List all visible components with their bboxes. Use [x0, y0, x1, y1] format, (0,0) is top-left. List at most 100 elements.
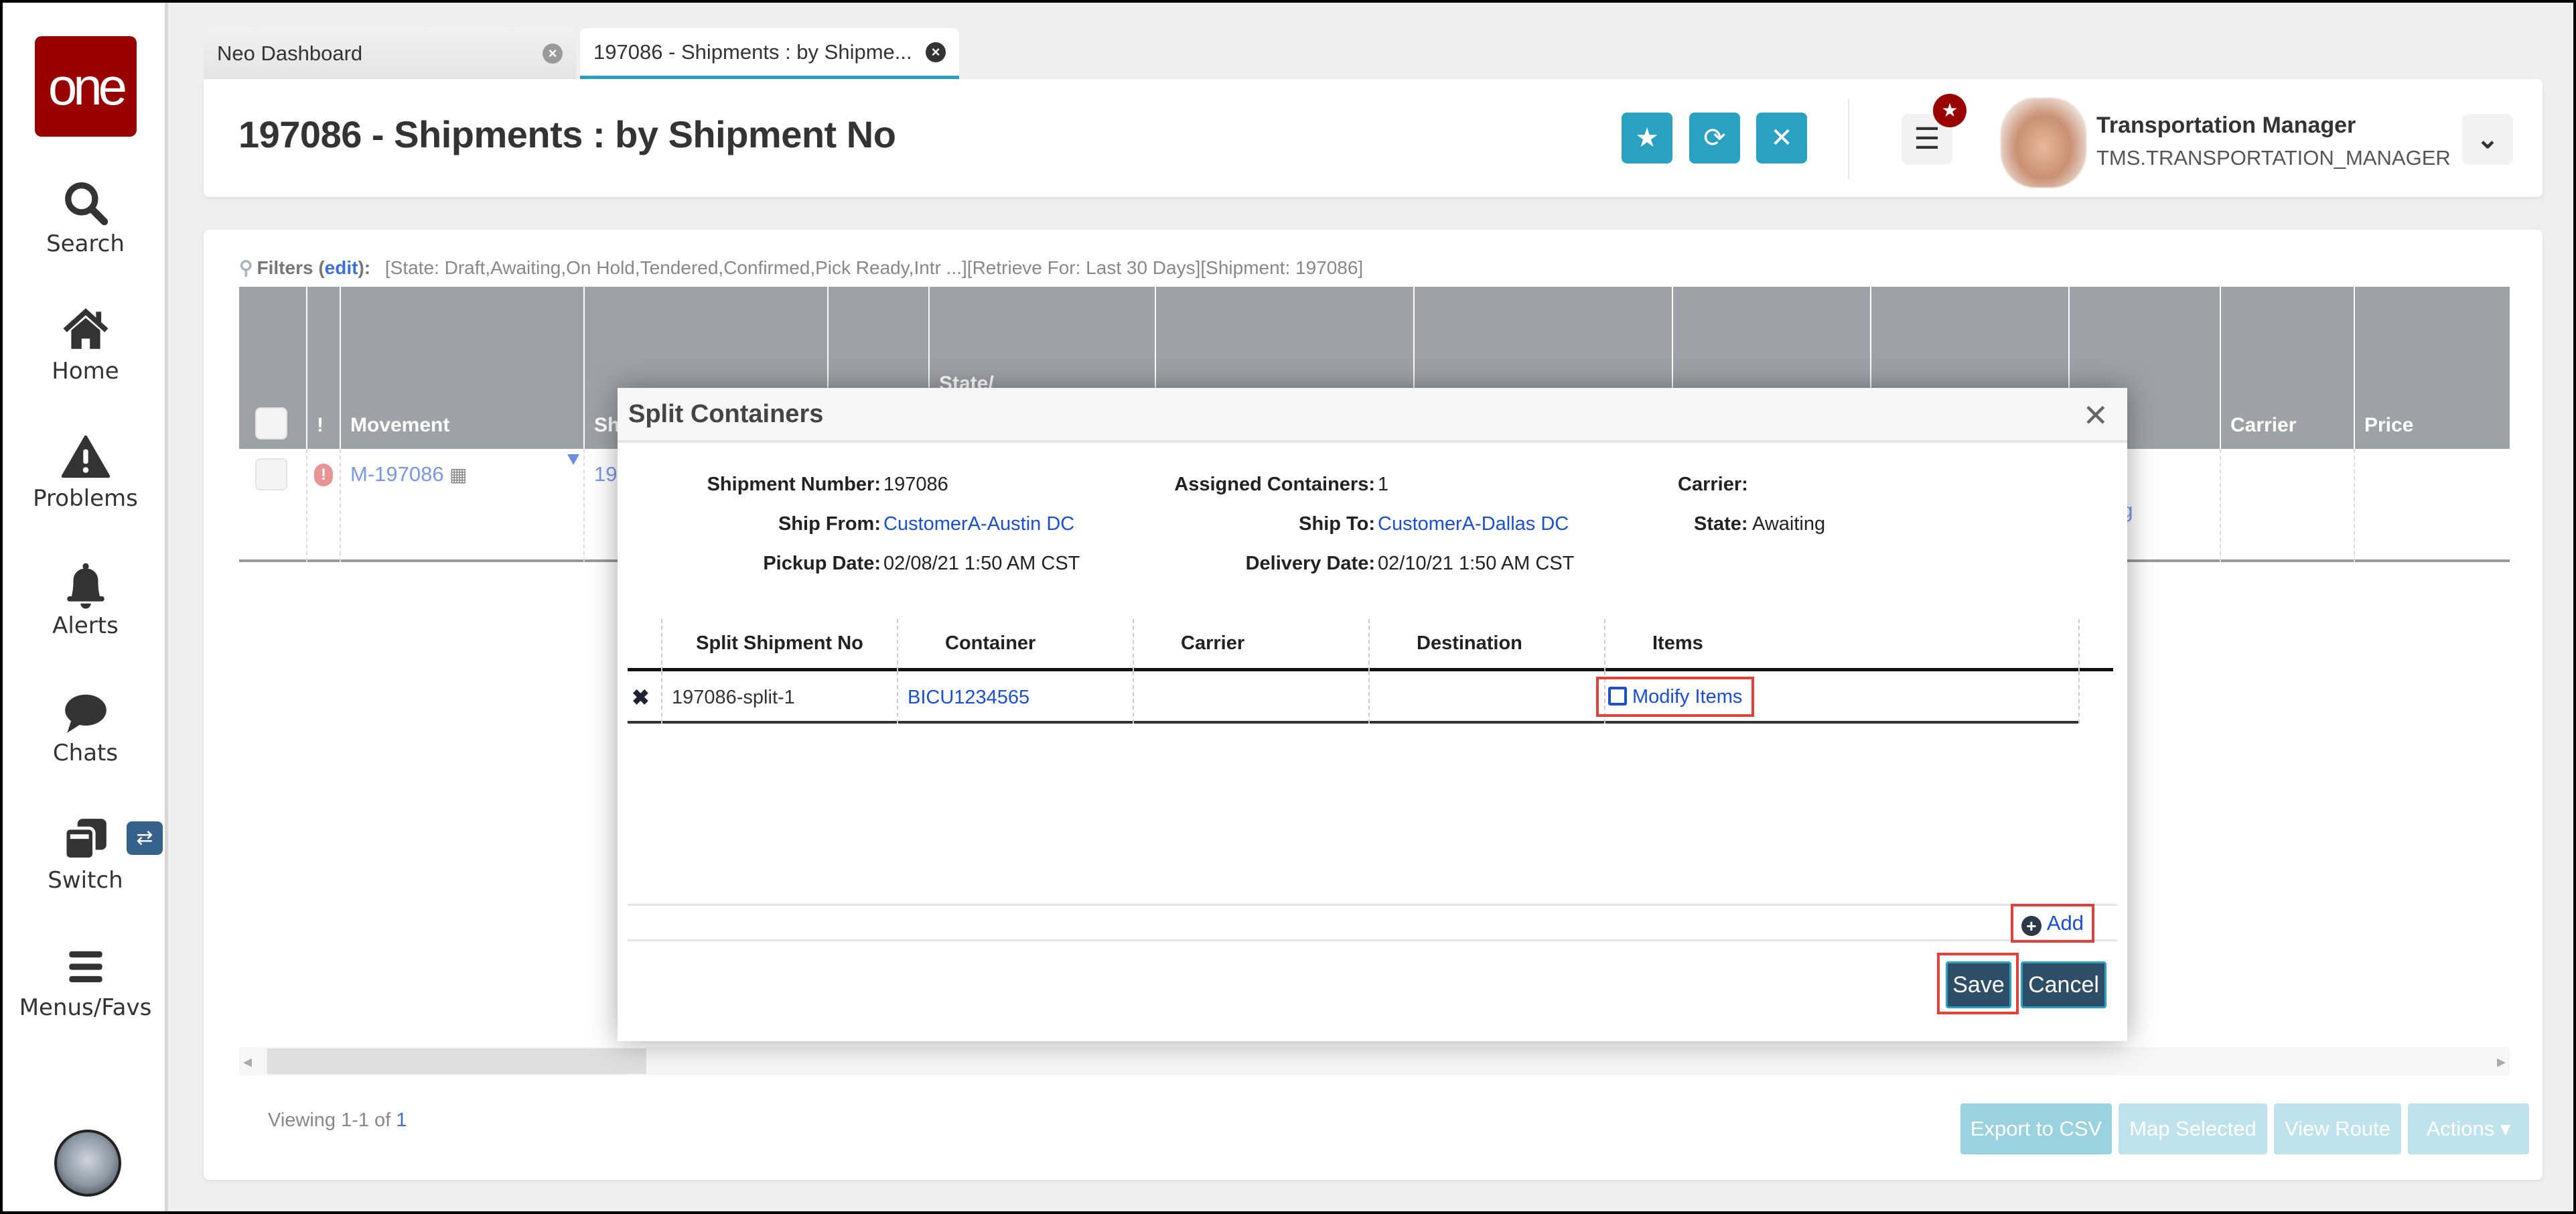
map-icon[interactable]: ▦ — [449, 464, 467, 485]
close-page-button[interactable]: ✕ — [1756, 113, 1807, 163]
viewing-text: Viewing 1-1 of — [268, 1109, 397, 1131]
carrier-cell — [1133, 671, 1368, 724]
add-row-bar: + Add — [628, 904, 2117, 943]
ship-from-link[interactable]: CustomerA-Austin DC — [883, 513, 1074, 535]
field-label: Ship From: — [778, 513, 881, 535]
refresh-button[interactable]: ⟳ — [1689, 113, 1740, 163]
tab-label: 197086 - Shipments : by Shipme... — [593, 40, 912, 64]
column-carrier: Carrier — [1133, 619, 1368, 671]
edit-icon — [1608, 687, 1627, 705]
sidebar-item-problems[interactable]: Problems — [3, 433, 168, 512]
menu-icon: ☰ — [1914, 123, 1940, 155]
switch-arrows-icon[interactable]: ⇄ — [127, 821, 163, 855]
error-icon[interactable]: ! — [314, 464, 333, 486]
movement-link[interactable]: M-197086 — [350, 462, 444, 486]
sidebar-item-label: Alerts — [52, 612, 119, 639]
add-button[interactable]: + Add — [2010, 904, 2094, 943]
field-label: Assigned Containers: — [1174, 474, 1375, 495]
column-carrier[interactable]: Carrier — [2220, 287, 2354, 449]
search-icon — [64, 182, 108, 226]
sidebar-item-menus-favs[interactable]: Menus/Favs — [3, 942, 168, 1021]
filters-label: Filters — [257, 257, 313, 278]
refresh-icon: ⟳ — [1703, 123, 1726, 153]
scroll-right-icon[interactable]: ▸ — [2497, 1051, 2506, 1072]
user-menu-dropdown[interactable]: ⌄ — [2462, 114, 2513, 165]
dialog-header: Split Containers ✕ — [618, 388, 2127, 443]
column-movement[interactable]: Movement — [340, 287, 583, 449]
dialog-title: Split Containers — [628, 400, 824, 428]
user-avatar[interactable] — [2001, 98, 2086, 188]
scroll-left-icon[interactable]: ◂ — [243, 1051, 252, 1072]
assistant-avatar[interactable] — [54, 1130, 121, 1197]
split-table-header: Split Shipment No Container Carrier Dest… — [628, 619, 2113, 671]
export-csv-button[interactable]: Export to CSV — [1960, 1103, 2112, 1154]
price-cell — [2354, 449, 2510, 562]
ship-from-field: Ship From: — [778, 513, 881, 535]
edit-filters-link[interactable]: edit — [325, 257, 358, 278]
save-button[interactable]: Save — [1946, 961, 2011, 1008]
favorites-badge-icon: ★ — [1933, 94, 1966, 127]
field-label: Shipment Number: — [707, 474, 881, 495]
column-split-shipment-no: Split Shipment No — [661, 619, 897, 671]
star-icon: ★ — [1635, 123, 1659, 153]
delivery-date-field: Delivery Date: — [1246, 553, 1375, 575]
field-label: Delivery Date: — [1245, 553, 1375, 574]
assigned-containers-value: 1 — [1378, 474, 1389, 495]
destination-cell — [1368, 671, 1604, 724]
alert-cell: ! — [306, 449, 340, 562]
modify-items-link[interactable]: Modify Items — [1596, 677, 1755, 717]
row-checkbox[interactable] — [255, 458, 287, 490]
add-label: Add — [2046, 911, 2084, 935]
favorite-button[interactable]: ★ — [1622, 113, 1672, 163]
sidebar-item-label: Home — [52, 358, 119, 385]
close-icon[interactable]: ✕ — [2082, 397, 2108, 433]
cancel-button[interactable]: Cancel — [2021, 961, 2106, 1008]
movement-cell: M-197086 ▦ — [340, 449, 583, 562]
sidebar-item-alerts[interactable]: Alerts — [3, 560, 168, 639]
select-all-checkbox[interactable] — [255, 407, 287, 440]
close-tab-icon[interactable]: × — [926, 42, 946, 62]
pagination-info: Viewing 1-1 of 1 — [268, 1109, 407, 1132]
actions-dropdown[interactable]: Actions ▾ — [2408, 1103, 2529, 1154]
hamburger-icon — [68, 951, 102, 983]
close-icon: ✕ — [1770, 123, 1793, 153]
sidebar-item-home[interactable]: Home — [3, 306, 168, 385]
user-name: Transportation Manager — [2096, 113, 2356, 138]
viewing-total: 1 — [396, 1109, 407, 1131]
state-value: Awaiting — [1752, 513, 1826, 535]
split-shipments-table: Split Shipment No Container Carrier Dest… — [628, 619, 2113, 724]
container-cell: BICU1234565 — [897, 671, 1133, 724]
ship-to-link[interactable]: CustomerA-Dallas DC — [1378, 513, 1569, 535]
map-selected-button[interactable]: Map Selected — [2119, 1103, 2267, 1154]
shipment-number-value: 197086 — [883, 474, 948, 495]
scrollbar-thumb[interactable] — [267, 1049, 646, 1074]
sidebar-item-search[interactable]: Search — [3, 178, 168, 257]
page-header: 197086 - Shipments : by Shipment No ★ ⟳ … — [204, 79, 2543, 197]
column-container: Container — [897, 619, 1133, 671]
container-link[interactable]: BICU1234565 — [908, 687, 1029, 708]
column-price[interactable]: Price — [2354, 287, 2510, 449]
close-tab-icon[interactable]: × — [543, 44, 563, 64]
remove-row-icon[interactable]: ✖ — [632, 671, 650, 724]
sidebar-item-chats[interactable]: Chats — [3, 687, 168, 766]
field-label: Pickup Date: — [763, 553, 881, 574]
tab-shipments[interactable]: 197086 - Shipments : by Shipme... × — [580, 28, 959, 79]
view-route-button[interactable]: View Route — [2274, 1103, 2401, 1154]
horizontal-scrollbar[interactable]: ◂ ▸ — [239, 1047, 2510, 1075]
bell-icon — [66, 563, 104, 609]
app-screen: one Search Home Problems Alerts Chats Sw… — [3, 3, 2573, 1211]
pickup-date-value: 02/08/21 1:50 AM CST — [883, 553, 1080, 574]
column-items: Items — [1604, 619, 2080, 671]
user-role: TMS.TRANSPORTATION_MANAGER — [2096, 146, 2451, 170]
one-logo[interactable]: one — [35, 36, 137, 137]
sort-triangle-icon — [567, 454, 579, 465]
sidebar-item-label: Menus/Favs — [19, 994, 152, 1021]
windows-icon — [63, 819, 106, 861]
tab-neo-dashboard[interactable]: Neo Dashboard × — [204, 28, 576, 79]
split-containers-dialog: Split Containers ✕ Shipment Number: 1970… — [618, 388, 2127, 1041]
chevron-down-icon: ⌄ — [2476, 125, 2499, 154]
column-alert[interactable]: ! — [306, 287, 340, 449]
field-label: Carrier: — [1678, 474, 1748, 495]
split-table-row: ✖ 197086-split-1 BICU1234565 Modify Item… — [628, 671, 2080, 724]
carrier-field: Carrier: — [1678, 474, 1748, 496]
